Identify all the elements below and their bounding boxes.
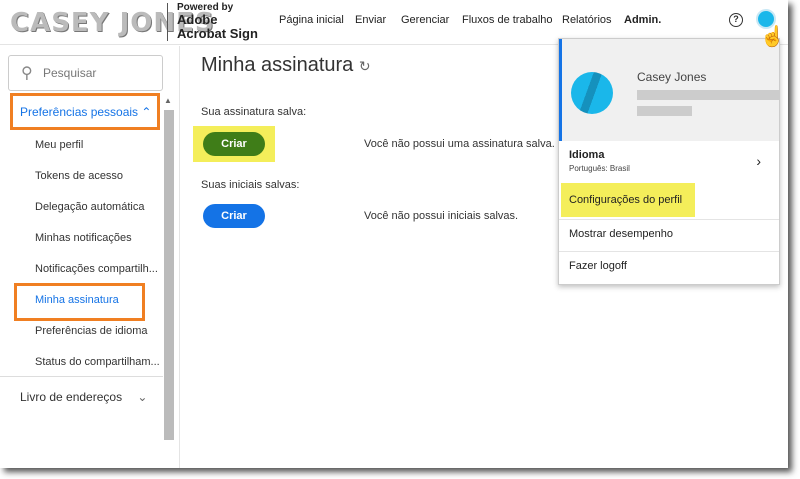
create-initials-button[interactable]: Criar bbox=[203, 204, 265, 228]
language-value: Português: Brasil bbox=[569, 164, 630, 173]
profile-dropdown: Casey Jones Idioma Português: Brasil › C… bbox=[558, 38, 780, 285]
signature-label: Sua assinatura salva: bbox=[201, 106, 307, 118]
chevron-down-icon: ⌄ bbox=[137, 390, 148, 404]
no-initials-message: Você não possui iniciais salvas. bbox=[364, 210, 519, 222]
hand-cursor-icon: ☝ bbox=[760, 26, 785, 48]
nav-admin[interactable]: Admin. bbox=[624, 14, 661, 26]
group-label: Preferências pessoais bbox=[20, 105, 139, 119]
sidebar-item-notifications[interactable]: Minhas notificações bbox=[35, 232, 132, 244]
create-signature-button[interactable]: Criar bbox=[203, 132, 265, 156]
logoff-menu-item[interactable]: Fazer logoff bbox=[559, 251, 779, 283]
search-placeholder: Pesquisar bbox=[43, 66, 97, 80]
sidebar-group-personal-preferences[interactable]: Preferências pessoais ⌃ bbox=[10, 93, 160, 130]
chevron-up-icon: ⌃ bbox=[141, 105, 152, 119]
help-icon[interactable]: ? bbox=[729, 13, 743, 27]
user-name: Casey Jones bbox=[637, 70, 707, 84]
sidebar-item-my-signature[interactable]: Minha assinatura bbox=[35, 294, 119, 306]
sidebar-group-address-book[interactable]: Livro de endereços ⌄ bbox=[20, 390, 147, 404]
chevron-right-icon: › bbox=[756, 153, 761, 169]
profile-card: Casey Jones bbox=[559, 39, 779, 141]
adobe-sign-brand: Adobe Acrobat Sign bbox=[177, 13, 258, 41]
page-title: Minha assinatura ↻ bbox=[201, 54, 371, 77]
nav-workflows[interactable]: Fluxos de trabalho bbox=[462, 14, 553, 26]
profile-settings-menu-item[interactable]: Configurações do perfil bbox=[559, 185, 779, 221]
language-label: Idioma bbox=[569, 149, 605, 161]
sidebar-item-access-tokens[interactable]: Tokens de acesso bbox=[35, 170, 123, 182]
sidebar-item-auto-delegation[interactable]: Delegação automática bbox=[35, 201, 144, 213]
sidebar-item-language[interactable]: Preferências de idioma bbox=[35, 325, 148, 337]
scrollbar[interactable] bbox=[164, 110, 174, 440]
brand-line1: Adobe bbox=[177, 12, 218, 27]
nav-send[interactable]: Enviar bbox=[355, 14, 386, 26]
scroll-up-arrow[interactable]: ▲ bbox=[164, 96, 172, 105]
sidebar-item-my-profile[interactable]: Meu perfil bbox=[35, 139, 83, 151]
show-performance-menu-item[interactable]: Mostrar desempenho bbox=[559, 219, 779, 251]
language-menu-item[interactable]: Idioma Português: Brasil › bbox=[559, 141, 779, 185]
initials-label: Suas iniciais salvas: bbox=[201, 179, 300, 191]
app-window: CASEY JONES Powered by Adobe Acrobat Sign… bbox=[0, 0, 788, 468]
nav-home[interactable]: Página inicial bbox=[279, 14, 344, 26]
search-input[interactable]: ⚲ Pesquisar bbox=[8, 55, 163, 91]
redacted-email bbox=[637, 90, 779, 100]
sidebar-item-shared-notifications[interactable]: Notificações compartilh... bbox=[35, 263, 158, 275]
refresh-icon[interactable]: ↻ bbox=[359, 58, 371, 74]
no-signature-message: Você não possui uma assinatura salva. bbox=[364, 138, 555, 150]
divider bbox=[0, 376, 163, 377]
sidebar: ⚲ Pesquisar Preferências pessoais ⌃ Meu p… bbox=[0, 46, 180, 468]
avatar bbox=[571, 72, 613, 114]
sidebar-item-sharing-status[interactable]: Status do compartilham... bbox=[35, 356, 160, 368]
search-icon: ⚲ bbox=[21, 65, 33, 82]
nav-manage[interactable]: Gerenciar bbox=[401, 14, 449, 26]
nav-reports[interactable]: Relatórios bbox=[562, 14, 612, 26]
brand-line2: Acrobat Sign bbox=[177, 26, 258, 41]
header-divider bbox=[167, 3, 168, 41]
address-book-label: Livro de endereços bbox=[20, 390, 123, 404]
redacted-text bbox=[637, 106, 692, 116]
title-text: Minha assinatura bbox=[201, 54, 354, 76]
